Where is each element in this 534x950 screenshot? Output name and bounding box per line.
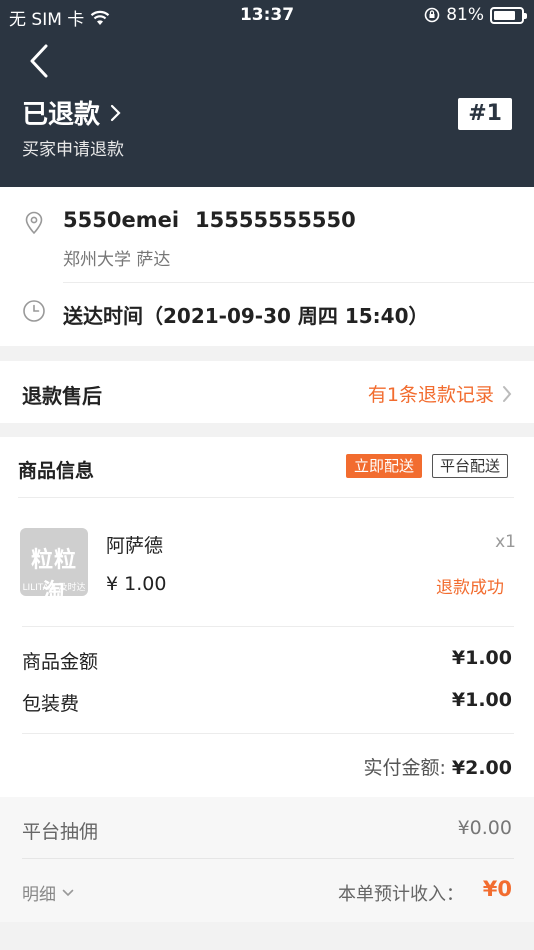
location-pin-icon [25,211,43,235]
refund-record-text: 有1条退款记录 [367,384,494,406]
goods-amount-value: ¥1.00 [451,647,512,669]
divider [18,497,514,498]
goods-amount-label: 商品金额 [22,651,99,673]
status-bar: 无 SIM 卡 13:37 81% [0,0,534,30]
refund-aftersale-row[interactable]: 退款售后 有1条退款记录 [0,361,534,423]
chevron-right-icon [503,385,512,402]
address-card: 5550emei 15555555550 郑州大学 萨达 送达时间（2021-09… [0,187,534,346]
expected-income-value: ¥0 [482,877,512,901]
expected-income-label: 本单预计收入： [338,884,464,905]
refund-title: 退款售后 [22,384,102,408]
status-title-text: 已退款 [22,100,101,130]
order-number-badge: #1 [458,98,512,130]
paid-amount: 实付金额: ¥2.00 [363,753,512,780]
delivery-address: 郑州大学 萨达 [63,250,171,270]
battery-percent: 81% [446,5,484,25]
paid-amount-label: 实付金额: [363,757,446,779]
battery-fill [494,10,515,20]
thumbnail-logo-text: 粒粒淘 [30,548,77,605]
packaging-fee-label: 包装费 [22,693,80,715]
rotation-lock-icon [424,7,440,23]
goods-info-card: 商品信息 立即配送 平台配送 粒粒淘 LILITAO 及时达 阿萨德 x1 ¥ … [0,437,534,797]
product-price: ¥ 1.00 [106,573,167,595]
chevron-right-icon [110,104,121,121]
battery-icon [490,6,527,24]
platform-delivery-tag: 平台配送 [432,454,509,478]
instant-delivery-tag: 立即配送 [346,454,423,478]
order-status-title[interactable]: 已退款 [22,94,122,131]
clock-icon [23,300,45,322]
commission-label: 平台抽佣 [22,821,99,843]
divider [22,858,514,859]
back-button[interactable] [24,42,54,80]
product-thumbnail: 粒粒淘 LILITAO 及时达 [20,528,88,605]
product-name: 阿萨德 [106,535,164,557]
detail-toggle-text: 明细 [22,885,56,905]
income-summary: 平台抽佣 ¥0.00 明细 本单预计收入： ¥0 [0,797,534,922]
detail-toggle[interactable]: 明细 [22,880,74,905]
goods-section-title: 商品信息 [18,460,95,482]
packaging-fee-value: ¥1.00 [451,689,512,711]
customer-contact: 5550emei 15555555550 [63,208,356,232]
product-quantity: x1 [495,532,516,552]
chevron-down-icon [62,889,74,896]
delivery-time: 送达时间（2021-09-30 周四 15:40） [63,304,429,328]
customer-phone[interactable]: 15555555550 [195,208,356,232]
divider [22,626,514,627]
refund-status: 退款成功 [436,578,504,598]
refund-record-link[interactable]: 有1条退款记录 [368,380,512,407]
divider [22,733,514,734]
divider [63,282,534,283]
order-status-subtitle: 买家申请退款 [22,140,124,160]
customer-name: 5550emei [63,208,180,232]
thumbnail-logo-subtext: LILITAO 及时达 [22,583,86,593]
paid-amount-value: ¥2.00 [451,757,512,779]
commission-value: ¥0.00 [457,817,512,839]
order-header: 无 SIM 卡 13:37 81% 已退款 买家申请退款 #1 [0,0,534,187]
